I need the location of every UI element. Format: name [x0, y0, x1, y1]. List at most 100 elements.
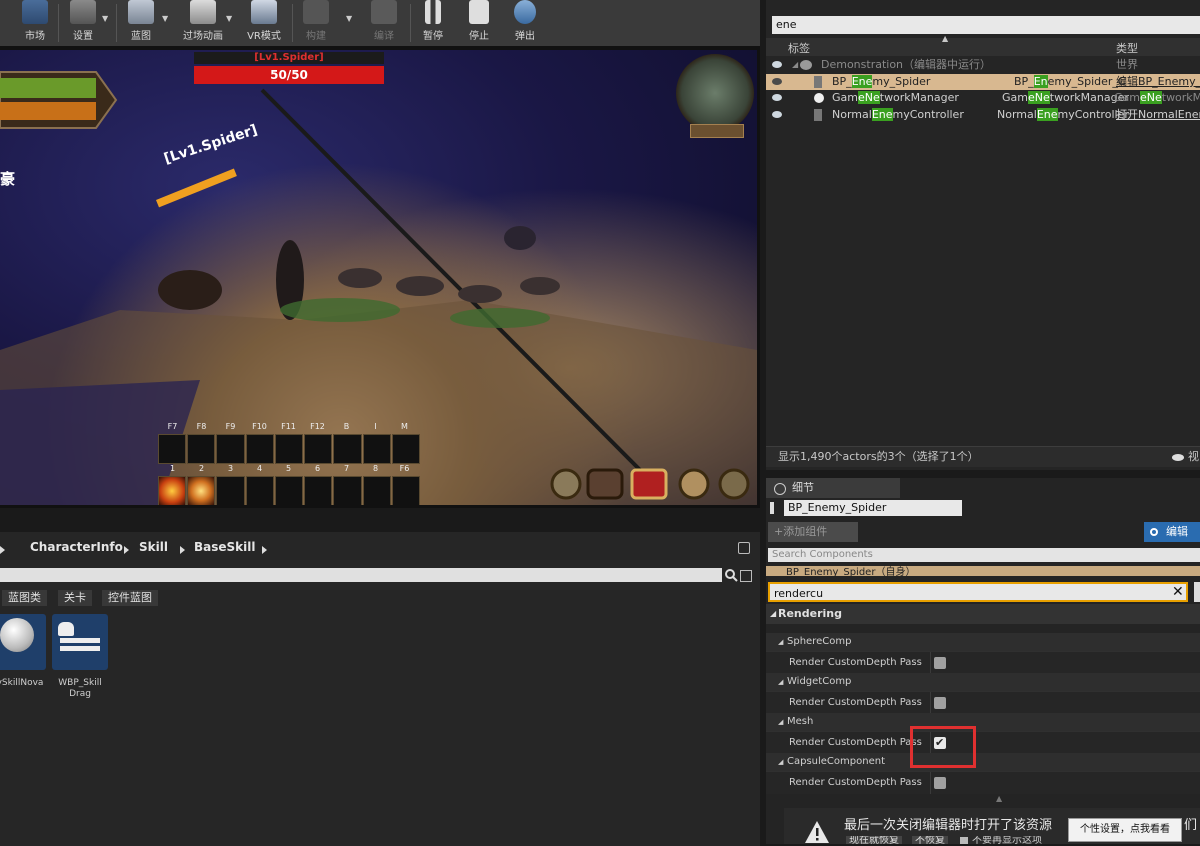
collapse-arrow-icon: ◢	[778, 758, 784, 766]
asset-search-input[interactable]	[0, 568, 722, 582]
scroll-up-icon[interactable]: ▲	[996, 794, 1002, 803]
filter-level[interactable]: 关卡	[58, 590, 92, 606]
expand-icon[interactable]	[740, 570, 752, 582]
breadcrumb-characterinfo[interactable]: CharacterInfo	[30, 540, 123, 554]
visibility-eye-icon[interactable]	[772, 111, 782, 118]
skill-bar: F7 F8 F9 F10 F11 F12 B I M 1 2 3 4 5 6 7 8 F6	[140, 418, 440, 505]
edit-blueprint-button[interactable]: 编辑	[1144, 522, 1200, 542]
label-column-header[interactable]: 标签	[788, 40, 810, 56]
asset-label-skill-nova: ySkillNova	[0, 678, 44, 688]
details-panel: 细节 BP_Enemy_Spider +添加组件 编辑 Search Compo…	[764, 478, 1200, 844]
settings-dropdown-icon[interactable]: ▼	[102, 14, 108, 23]
tree-row-world[interactable]: ◢ Demonstration（编辑器中运行） 世界	[766, 57, 1200, 73]
group-capsulecomponent[interactable]: ◢ CapsuleComponent	[766, 753, 1200, 771]
game-viewport[interactable]: 豪 [Lv1.Spider] F7 F8 F9 F10 F11 F12 B I M 123456…	[0, 50, 757, 505]
restore-now-button[interactable]: 现在就恢复	[846, 836, 902, 844]
filter-blueprint-class[interactable]: 蓝图类	[2, 590, 47, 606]
property-filter-input[interactable]: rendercu	[768, 582, 1188, 602]
settings-button[interactable]: 设置	[66, 0, 100, 46]
hotkey-row-bottom: 1 2 3 4 5 6 7 8 F6	[169, 464, 410, 473]
pause-icon	[425, 0, 441, 24]
breadcrumb-baseskill[interactable]: BaseSkill	[194, 540, 256, 554]
toolbar-separator	[292, 4, 293, 42]
clear-filter-icon[interactable]: ✕	[1172, 582, 1184, 602]
compile-button[interactable]: 编译	[364, 0, 404, 46]
stop-icon	[469, 0, 489, 24]
outliner-search-input[interactable]: ene	[772, 16, 1200, 34]
fire-skill-icon[interactable]	[158, 476, 187, 505]
target-enemy-hud: [Lv1.Spider] 50/50	[194, 52, 384, 84]
lock-icon[interactable]	[738, 542, 750, 554]
group-widgetcomp[interactable]: ◢ WidgetComp	[766, 673, 1200, 691]
open-controller-link[interactable]: 打开NormalEnem	[1116, 107, 1200, 123]
property-options-button[interactable]	[1194, 582, 1200, 602]
visibility-eye-icon[interactable]	[772, 94, 782, 101]
details-search-icon	[774, 483, 786, 495]
build-dropdown-icon[interactable]: ▼	[346, 14, 352, 23]
gear-icon	[1150, 528, 1158, 536]
breadcrumb-arrow-icon[interactable]	[124, 546, 129, 554]
blueprint-button[interactable]: 蓝图	[124, 0, 158, 46]
collapse-arrow-icon: ◢	[778, 718, 784, 726]
search-components-input[interactable]: Search Components	[768, 548, 1200, 562]
cinematics-icon	[190, 0, 216, 24]
actor-lock-icon[interactable]	[770, 502, 774, 514]
asset-label-wbp-skill-drag: WBP_Skill Drag	[58, 678, 102, 699]
vr-mode-button[interactable]: VR模式	[242, 0, 286, 46]
dont-restore-button[interactable]: 不恢复	[912, 836, 948, 844]
visibility-eye-icon[interactable]	[772, 61, 782, 68]
visibility-eye-icon[interactable]	[772, 78, 782, 85]
view-options-button[interactable]: 视	[1188, 447, 1199, 467]
group-spherecomp[interactable]: ◢ SphereComp	[766, 633, 1200, 651]
breadcrumb-arrow-icon[interactable]	[180, 546, 185, 554]
world-icon	[800, 60, 812, 70]
expand-arrow-icon[interactable]: ◢	[792, 57, 798, 73]
gear-icon	[718, 468, 750, 500]
tree-row-game-network-manager[interactable]: GameNetworkManager GameNetworkManager Ga…	[766, 90, 1200, 106]
breadcrumb-skill[interactable]: Skill	[139, 540, 168, 554]
skill-slot-row[interactable]	[158, 476, 420, 505]
book-icon	[630, 468, 668, 500]
outliner-header: 标签 ▲ 类型	[766, 34, 1200, 56]
widgetcomp-customdepth-checkbox[interactable]	[934, 697, 946, 709]
tree-row-normal-enemy-controller[interactable]: NormalEnemyController NormalEnemyControl…	[766, 107, 1200, 123]
spherecomp-customdepth-checkbox[interactable]	[934, 657, 946, 669]
group-mesh[interactable]: ◢ Mesh	[766, 713, 1200, 731]
cinematics-dropdown-icon[interactable]: ▼	[226, 14, 232, 23]
category-rendering[interactable]: ◢ Rendering	[766, 604, 1200, 624]
market-button[interactable]: 市场	[20, 0, 50, 46]
settings-icon	[70, 0, 96, 24]
warning-icon	[805, 821, 829, 843]
type-column-header[interactable]: 类型	[1116, 40, 1138, 56]
asset-skill-nova[interactable]	[0, 614, 46, 670]
eject-button[interactable]: 弹出	[510, 0, 540, 46]
view-options-eye-icon[interactable]	[1172, 454, 1184, 461]
capsule-customdepth-checkbox[interactable]	[934, 777, 946, 789]
actor-name-field[interactable]: BP_Enemy_Spider	[784, 500, 962, 516]
breadcrumb-arrow-icon[interactable]	[262, 546, 267, 554]
target-enemy-hp-bar: 50/50	[194, 66, 384, 84]
scroll-icon	[678, 468, 710, 500]
cinematics-button[interactable]: 过场动画	[176, 0, 230, 46]
filter-widget-blueprint[interactable]: 控件蓝图	[102, 590, 158, 606]
dont-show-again-label: 不要再显示这项	[972, 836, 1042, 844]
collapse-arrow-icon: ◢	[770, 609, 777, 618]
nova-skill-icon[interactable]	[187, 476, 216, 505]
tree-row-bp-enemy-spider[interactable]: BP_Enemy_Spider BP_Enemy_Spider_C 编辑BP_E…	[766, 74, 1200, 90]
component-self-row[interactable]: BP_Enemy_Spider（自身）	[766, 566, 1200, 576]
pause-button[interactable]: 暂停	[418, 0, 448, 46]
compile-icon	[371, 0, 397, 24]
stop-button[interactable]: 停止	[464, 0, 494, 46]
dont-show-again-checkbox[interactable]	[960, 837, 968, 844]
search-icon[interactable]	[724, 568, 738, 582]
minimap[interactable]	[676, 54, 754, 132]
tab-details[interactable]: 细节	[766, 478, 900, 498]
asset-wbp-skill-drag[interactable]	[52, 614, 108, 670]
blueprint-icon	[128, 0, 154, 24]
blueprint-dropdown-icon[interactable]: ▼	[162, 14, 168, 23]
build-button[interactable]: 构建	[298, 0, 334, 46]
player-name-fragment: 豪	[0, 170, 16, 188]
item-slot-row[interactable]	[158, 434, 420, 464]
add-component-button[interactable]: +添加组件	[768, 522, 858, 542]
edit-blueprint-link[interactable]: 编辑BP_Enemy_S	[1116, 74, 1200, 90]
